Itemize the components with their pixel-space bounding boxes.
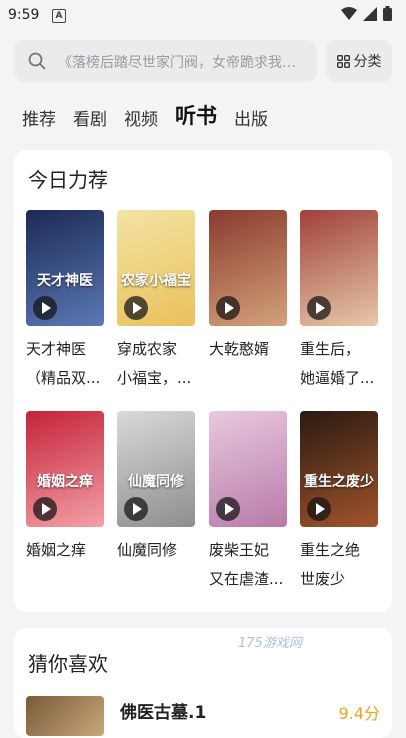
cover-text: 重生之废少: [304, 474, 374, 490]
book-title-line2: 又在虐渣...: [209, 570, 284, 588]
guess-you-like-section: 猜你喜欢 佛医古墓.1 9.4分: [14, 628, 392, 738]
category-label: 分类: [353, 54, 382, 70]
status-bar: 9:59 A: [0, 0, 406, 32]
book-title: 天才神医 （精品双...: [26, 335, 108, 393]
search-icon: [28, 52, 46, 70]
category-button[interactable]: 分类: [326, 40, 392, 82]
battery-icon: [383, 6, 392, 21]
status-time: 9:59: [8, 7, 40, 23]
section-title: 猜你喜欢: [28, 652, 108, 676]
book-cover[interactable]: 仙魔同修: [117, 411, 195, 527]
play-icon[interactable]: [307, 296, 331, 320]
play-icon[interactable]: [307, 497, 331, 521]
book-title-line1: 天才神医: [26, 340, 87, 358]
play-icon[interactable]: [216, 296, 240, 320]
cover-text: 仙魔同修: [128, 474, 184, 490]
tab-audiobook[interactable]: 听书: [175, 100, 217, 130]
book-title: 重生之绝 世废少: [300, 536, 382, 594]
book-cover[interactable]: [209, 411, 287, 527]
book-title-line1: 重生之绝: [300, 541, 361, 559]
wifi-icon: [341, 6, 357, 20]
book-title[interactable]: 佛医古墓.1: [120, 698, 206, 723]
tab-recommend[interactable]: 推荐: [22, 105, 56, 130]
signal-icon: [363, 6, 377, 21]
tab-drama[interactable]: 看剧: [73, 105, 107, 130]
tab-bar: 推荐 看剧 视频 听书 出版: [22, 100, 268, 130]
book-title-line1: 仙魔同修: [117, 541, 178, 559]
book-title: 仙魔同修: [117, 536, 199, 565]
play-icon[interactable]: [33, 296, 57, 320]
book-cover[interactable]: 天才神医: [26, 210, 104, 326]
book-cover[interactable]: [209, 210, 287, 326]
cover-text: 农家小福宝: [121, 273, 191, 289]
search-placeholder: 《落榜后踏尽世家门阀，女帝跪求我称帝》: [58, 55, 308, 71]
grid-icon: [336, 54, 350, 68]
tab-video[interactable]: 视频: [124, 105, 158, 130]
book-title-line1: 大乾憨婿: [209, 340, 270, 358]
book-cover[interactable]: [300, 210, 378, 326]
play-icon[interactable]: [33, 497, 57, 521]
book-score: 9.4分: [338, 704, 380, 723]
book-cover[interactable]: 农家小福宝: [117, 210, 195, 326]
book-cover[interactable]: 重生之废少: [300, 411, 378, 527]
status-icons: [341, 6, 392, 21]
book-title-line2: 小福宝，...: [117, 369, 192, 387]
book-title: 废柴王妃又在虐渣...: [209, 536, 291, 594]
book-title-line2: 世废少: [300, 570, 346, 588]
today-picks-section: 今日力荐 天才神医 天才神医 （精品双... 农家小福宝 穿成农家 小福宝，... 大乾憨婿…: [14, 150, 392, 612]
tab-publishing[interactable]: 出版: [234, 105, 268, 130]
book-title-line2: （精品双...: [26, 369, 101, 387]
cover-text: 婚姻之痒: [37, 474, 93, 490]
cover-text: 天才神医: [37, 273, 93, 289]
book-title: 大乾憨婿: [209, 335, 291, 364]
book-title-line2: 她逼婚了...: [300, 369, 375, 387]
notification-icon: A: [52, 9, 66, 23]
book-title: 婚姻之痒: [26, 536, 108, 565]
book-title-line1: 废柴王妃: [209, 541, 270, 559]
play-icon[interactable]: [124, 296, 148, 320]
book-cover[interactable]: [26, 696, 104, 736]
section-title: 今日力荐: [28, 168, 108, 192]
book-title-line1: 重生后，: [300, 340, 361, 358]
book-title: 重生后， 她逼婚了...: [300, 335, 382, 393]
play-icon[interactable]: [124, 497, 148, 521]
book-title-line1: 穿成农家: [117, 340, 178, 358]
book-title: 穿成农家小福宝，...: [117, 335, 199, 393]
play-icon[interactable]: [216, 497, 240, 521]
watermark: 175游戏网: [238, 636, 302, 651]
search-bar[interactable]: 《落榜后踏尽世家门阀，女帝跪求我称帝》: [14, 40, 317, 82]
book-cover[interactable]: 婚姻之痒: [26, 411, 104, 527]
book-title-line1: 婚姻之痒: [26, 541, 87, 559]
